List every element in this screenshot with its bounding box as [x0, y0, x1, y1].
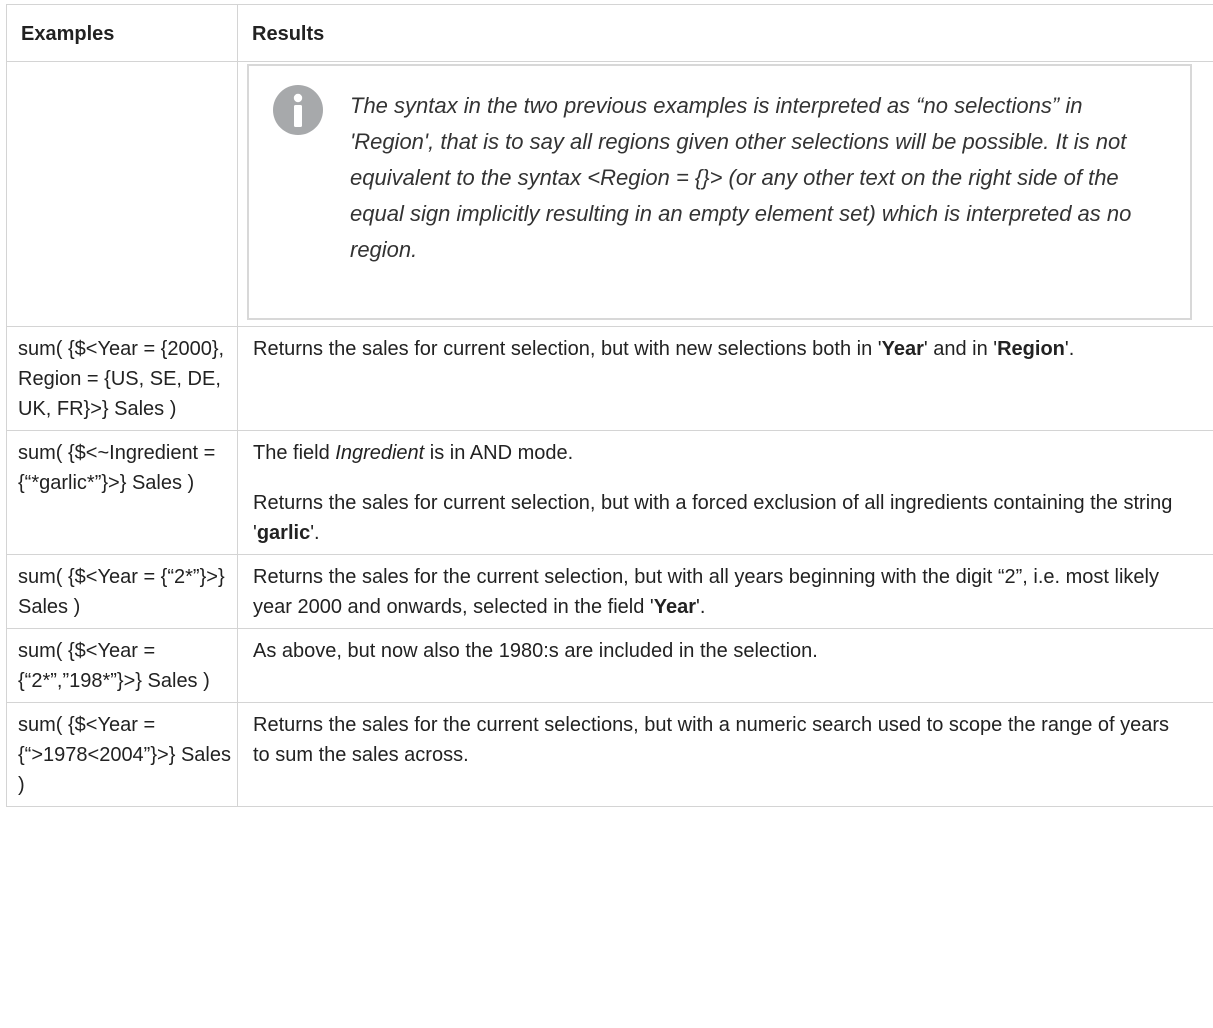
result-cell: Returns the sales for the current select…: [237, 702, 1213, 807]
result-text: Returns the sales for the current select…: [253, 566, 1159, 618]
info-icon: [273, 85, 323, 135]
document-page: Examples Results The syntax in the two p…: [0, 0, 1213, 1028]
table-row: sum( {$<~Ingredient = {“*garlic*”}>} Sal…: [6, 430, 1213, 555]
result-text: The field Ingredient is in AND mode.: [253, 442, 574, 464]
example-cell: sum( {$<Year = {“2*”,”198*”}>} Sales ): [6, 628, 238, 703]
field-name-year: Year: [881, 338, 924, 360]
result-cell-note: The syntax in the two previous examples …: [237, 61, 1213, 327]
table-row: sum( {$<Year = {“>1978<2004”}>} Sales ) …: [6, 702, 1213, 807]
result-text: Returns the sales for current selection,…: [253, 492, 1173, 544]
field-name-year: Year: [653, 596, 697, 618]
result-cell: Returns the sales for current selection,…: [237, 326, 1213, 431]
field-name-ingredient: Ingredient: [335, 442, 425, 464]
note-text: The syntax in the two previous examples …: [350, 93, 1132, 262]
table-row-note: The syntax in the two previous examples …: [6, 61, 1213, 327]
table-row: sum( {$<Year = {“2*”,”198*”}>} Sales ) A…: [6, 628, 1213, 703]
example-cell: sum( {$<Year = {“2*”}>} Sales ): [6, 554, 238, 629]
table-row: sum( {$<Year = {2000}, Region = {US, SE,…: [6, 326, 1213, 431]
field-name-region: Region: [997, 338, 1065, 360]
header-results: Results: [237, 4, 1213, 62]
example-cell: sum( {$<~Ingredient = {“*garlic*”}>} Sal…: [6, 430, 238, 555]
result-cell: The field Ingredient is in AND mode. Ret…: [237, 430, 1213, 555]
example-cell: sum( {$<Year = {“>1978<2004”}>} Sales ): [6, 702, 238, 807]
header-examples: Examples: [6, 4, 238, 62]
example-cell: sum( {$<Year = {2000}, Region = {US, SE,…: [6, 326, 238, 431]
examples-table: Examples Results The syntax in the two p…: [6, 4, 1213, 807]
string-garlic: garlic: [256, 522, 311, 544]
result-cell: Returns the sales for the current select…: [237, 554, 1213, 629]
note-box: The syntax in the two previous examples …: [247, 64, 1192, 320]
result-text: As above, but now also the 1980:s are in…: [253, 640, 818, 662]
result-text: Returns the sales for current selection,…: [253, 338, 1075, 360]
result-text: Returns the sales for the current select…: [253, 714, 1170, 766]
table-row: sum( {$<Year = {“2*”}>} Sales ) Returns …: [6, 554, 1213, 629]
result-cell: As above, but now also the 1980:s are in…: [237, 628, 1213, 703]
table-header-row: Examples Results: [6, 4, 1213, 62]
example-cell-empty: [6, 61, 238, 327]
